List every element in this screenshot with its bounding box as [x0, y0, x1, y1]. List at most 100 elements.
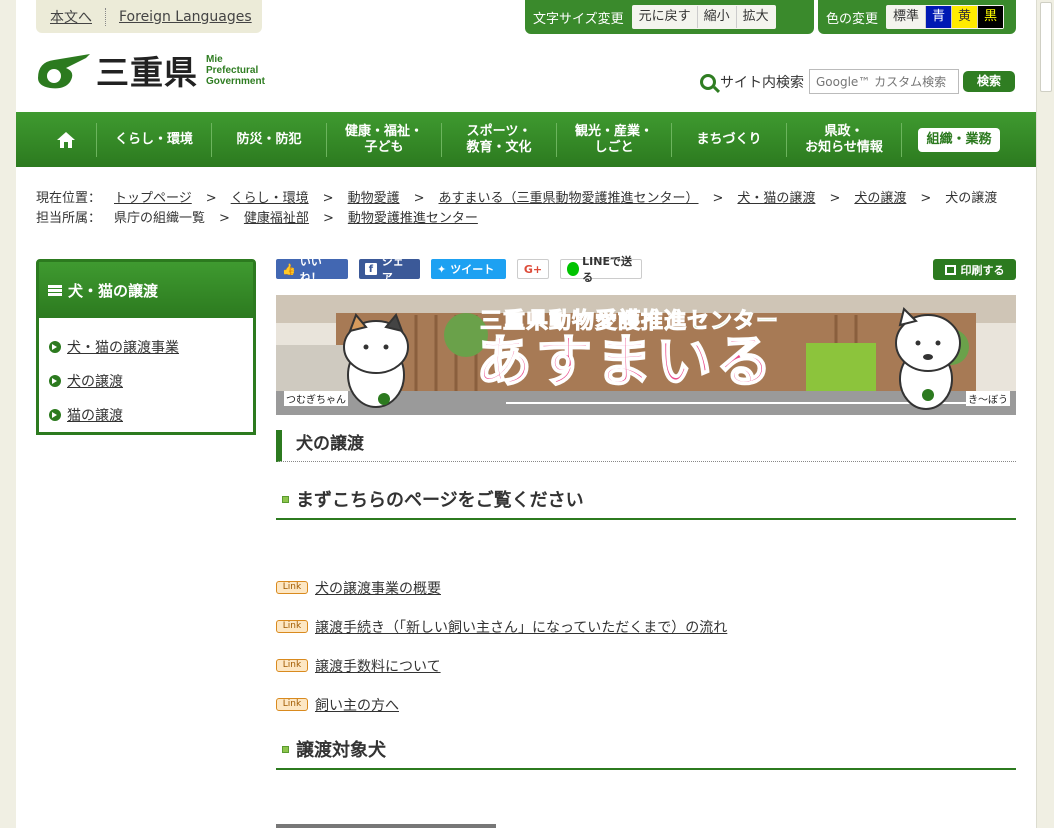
banner-logo-text: あすまいる — [475, 330, 776, 396]
color-blue-button[interactable]: 青 — [925, 6, 952, 28]
link-badge: Link — [276, 620, 308, 633]
section-heading-text: まずこちらのページをご覧ください — [296, 490, 584, 511]
site-search: サイト内検索 検索 — [700, 69, 1015, 94]
link-badge: Link — [276, 698, 308, 711]
search-input[interactable] — [809, 69, 959, 94]
scrollbar-thumb[interactable] — [1040, 2, 1052, 92]
logo-english: Mie Prefectural Government — [206, 54, 265, 87]
char-right-name: き～ぼう — [966, 391, 1010, 406]
list-item: Link 犬の譲渡事業の概要 — [276, 568, 727, 607]
line-label: LINEで送る — [582, 255, 632, 284]
search-icon — [700, 73, 716, 90]
list-item: Link 譲渡手続き（「新しい飼い主さん」になっていただくまで）の流れ — [276, 607, 727, 646]
facebook-icon: f — [365, 263, 377, 275]
tweet-button[interactable]: ✦ ツイート — [431, 259, 506, 279]
logo-name: 三重県 — [96, 53, 198, 92]
nav-home[interactable] — [36, 123, 96, 157]
color-tool: 色の変更 標準 青 黄 黒 — [818, 0, 1016, 34]
breadcrumb: 現在位置： トップページ > くらし・環境 > 動物愛護 > あすまいる（三重県… — [36, 189, 997, 229]
breadcrumb-label: 担当所属： — [36, 211, 102, 226]
social-buttons: 👍 いいね！ f シェア ✦ ツイート G+ LINEで送る — [276, 255, 653, 284]
font-size-tool: 文字サイズ変更 元に戻す 縮小 拡大 — [525, 0, 814, 34]
search-button[interactable]: 検索 — [963, 71, 1015, 92]
foreign-languages-link[interactable]: Foreign Languages — [119, 9, 252, 25]
breadcrumb-separator: > — [322, 211, 334, 226]
breadcrumb-link[interactable]: あすまいる（三重県動物愛護推進センター） — [439, 189, 699, 209]
breadcrumb-current-page: 犬の譲渡 — [945, 191, 998, 206]
like-label: いいね！ — [299, 255, 322, 284]
facebook-share-button[interactable]: f シェア — [359, 255, 420, 284]
share-label: シェア — [381, 255, 404, 284]
site-logo[interactable]: 三重県 Mie Prefectural Government — [36, 50, 265, 92]
color-label: 色の変更 — [826, 11, 879, 27]
color-yellow-button[interactable]: 黄 — [951, 6, 978, 28]
side-nav-link[interactable]: 犬・猫の譲渡事業 — [67, 337, 179, 357]
nav-prefectural-news[interactable]: 県政・ お知らせ情報 — [786, 122, 901, 157]
thumbs-up-icon: 👍 — [282, 262, 296, 276]
skip-to-main-link[interactable]: 本文へ — [50, 7, 92, 27]
nav-disaster-prevention[interactable]: 防災・防犯 — [211, 122, 326, 157]
side-nav-link[interactable]: 犬の譲渡 — [67, 371, 123, 391]
line-share-button[interactable]: LINEで送る — [560, 255, 642, 284]
section-heading: まずこちらのページをご覧ください — [276, 480, 1016, 520]
nav-health-welfare[interactable]: 健康・福祉・ 子ども — [326, 122, 441, 157]
bullet-square-icon — [282, 745, 289, 753]
divider — [105, 7, 106, 26]
font-size-reset-button[interactable]: 元に戻す — [633, 6, 697, 28]
link-badge: Link — [276, 659, 308, 672]
nav-organization-label: 組織・業務 — [918, 127, 1000, 152]
logo-en-line: Mie — [206, 53, 223, 65]
content-link[interactable]: 譲渡手続き（「新しい飼い主さん」になっていただくまで）の流れ — [315, 617, 727, 637]
arrow-circle-icon — [49, 409, 61, 421]
color-black-button[interactable]: 黒 — [977, 6, 1004, 28]
skip-links: 本文へ Foreign Languages — [36, 0, 262, 33]
breadcrumb-link[interactable]: 犬の譲渡 — [854, 189, 906, 209]
content-link[interactable]: 犬の譲渡事業の概要 — [315, 578, 441, 598]
side-nav-link[interactable]: 猫の譲渡 — [67, 405, 123, 425]
breadcrumb-label: 現在位置： — [36, 191, 102, 206]
breadcrumb-separator: > — [413, 191, 425, 206]
mie-emblem-icon — [38, 54, 90, 89]
breadcrumb-current: 現在位置： トップページ > くらし・環境 > 動物愛護 > あすまいる（三重県… — [36, 189, 997, 209]
font-size-larger-button[interactable]: 拡大 — [735, 6, 775, 28]
breadcrumb-link[interactable]: 健康福祉部 — [244, 209, 309, 229]
link-list: Link 犬の譲渡事業の概要 Link 譲渡手続き（「新しい飼い主さん」になって… — [276, 568, 727, 724]
scrollbar[interactable] — [1036, 0, 1054, 828]
nav-organization[interactable]: 組織・業務 — [901, 122, 1016, 157]
dog-photo — [276, 824, 496, 828]
list-item: Link 飼い主の方へ — [276, 685, 727, 724]
breadcrumb-text: 県庁の組織一覧 — [114, 211, 206, 226]
content-link[interactable]: 飼い主の方へ — [315, 695, 399, 715]
breadcrumb-link[interactable]: くらし・環境 — [231, 189, 309, 209]
section-heading: 譲渡対象犬 — [276, 730, 1016, 770]
breadcrumb-link[interactable]: 犬・猫の譲渡 — [737, 189, 815, 209]
color-standard-button[interactable]: 標準 — [887, 6, 925, 28]
breadcrumb-separator: > — [205, 191, 217, 206]
arrow-circle-icon — [49, 341, 61, 353]
breadcrumb-separator: > — [920, 191, 932, 206]
breadcrumb-separator: > — [322, 191, 334, 206]
page: 本文へ Foreign Languages 文字サイズ変更 元に戻す 縮小 拡大… — [16, 0, 1036, 828]
facebook-like-button[interactable]: 👍 いいね！ — [276, 255, 348, 284]
breadcrumb-link[interactable]: トップページ — [114, 189, 192, 209]
breadcrumb-link[interactable]: 動物愛護推進センター — [348, 209, 478, 229]
center-banner: 三重県動物愛護推進センター あすまいる つむぎちゃん き～ぼう — [276, 295, 1016, 415]
char-left-name: つむぎちゃん — [284, 391, 348, 406]
breadcrumb-link[interactable]: 動物愛護 — [348, 189, 400, 209]
breadcrumb-department: 担当所属： 県庁の組織一覧 > 健康福祉部 > 動物愛護推進センター — [36, 209, 997, 229]
nav-sports-education[interactable]: スポーツ・ 教育・文化 — [441, 122, 556, 157]
side-nav-title: 犬・猫の譲渡 — [68, 281, 159, 300]
breadcrumb-separator: > — [219, 211, 230, 226]
nav-tourism-industry[interactable]: 観光・産業・ しごと — [556, 122, 671, 157]
print-button[interactable]: 印刷する — [933, 259, 1016, 280]
bullet-square-icon — [282, 495, 289, 503]
google-plus-button[interactable]: G+ — [517, 259, 549, 279]
page-title: 犬の譲渡 — [276, 430, 1016, 462]
side-nav-item: 犬・猫の譲渡事業 — [49, 330, 253, 364]
font-size-smaller-button[interactable]: 縮小 — [696, 6, 736, 28]
content-link[interactable]: 譲渡手数料について — [315, 656, 441, 676]
side-nav-item: 猫の譲渡 — [49, 398, 253, 432]
global-nav: くらし・環境 防災・防犯 健康・福祉・ 子ども スポーツ・ 教育・文化 観光・産… — [16, 112, 1036, 167]
nav-town-planning[interactable]: まちづくり — [671, 122, 786, 157]
nav-living-environment[interactable]: くらし・環境 — [96, 122, 211, 157]
